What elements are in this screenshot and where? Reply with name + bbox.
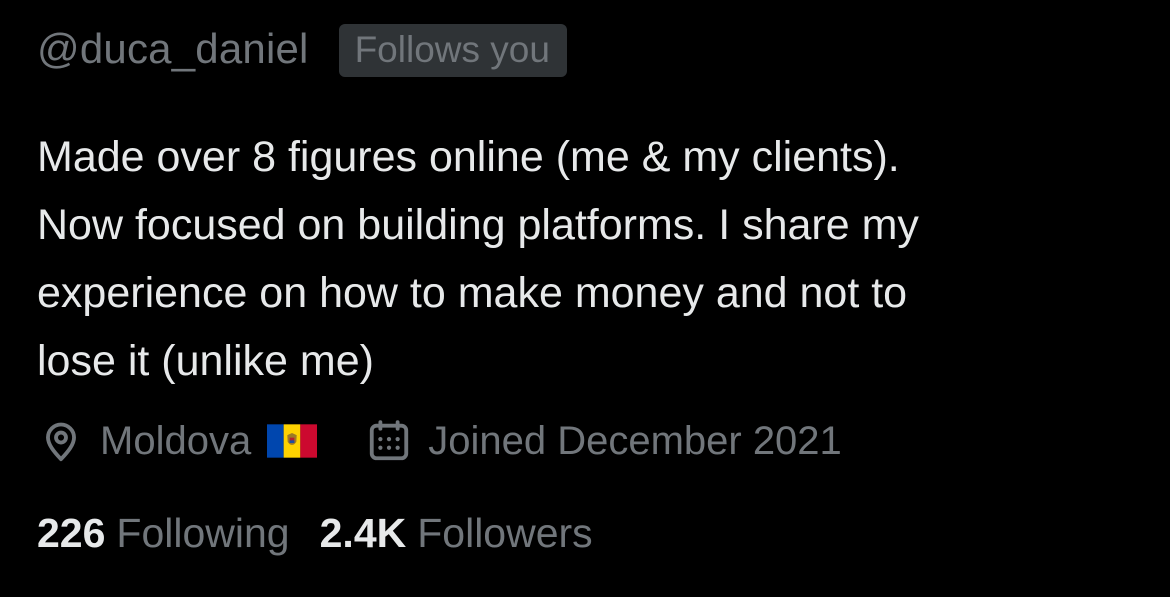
joined-item: Joined December 2021 xyxy=(365,414,842,468)
handle-row: @duca_daniel Follows you xyxy=(37,22,567,77)
follows-you-badge: Follows you xyxy=(338,24,567,77)
profile-meta: Moldova Joined December 2021 xyxy=(37,414,842,468)
bio-line: lose it (unlike me) xyxy=(37,337,374,385)
followers-link[interactable]: 2.4K Followers xyxy=(320,505,593,561)
followers-label: Followers xyxy=(417,510,593,556)
location-pin-icon xyxy=(37,417,85,465)
bio-line: Now focused on building platforms. I sha… xyxy=(37,201,919,249)
moldova-flag-icon xyxy=(267,424,318,458)
location-text: Moldova xyxy=(100,419,252,463)
following-link[interactable]: 226 Following xyxy=(37,505,290,561)
location-item: Moldova xyxy=(37,414,318,468)
profile-bio: Made over 8 figures online (me & my clie… xyxy=(37,123,1147,395)
follow-stats: 226 Following 2.4K Followers xyxy=(37,505,593,561)
calendar-icon xyxy=(365,417,413,465)
bio-line: experience on how to make money and not … xyxy=(37,269,908,317)
followers-count: 2.4K xyxy=(319,510,407,556)
following-count: 226 xyxy=(37,510,106,556)
joined-date-text: Joined December 2021 xyxy=(428,419,842,463)
profile-handle[interactable]: @duca_daniel xyxy=(37,23,309,75)
following-label: Following xyxy=(116,510,290,556)
bio-line: Made over 8 figures online (me & my clie… xyxy=(37,133,900,181)
